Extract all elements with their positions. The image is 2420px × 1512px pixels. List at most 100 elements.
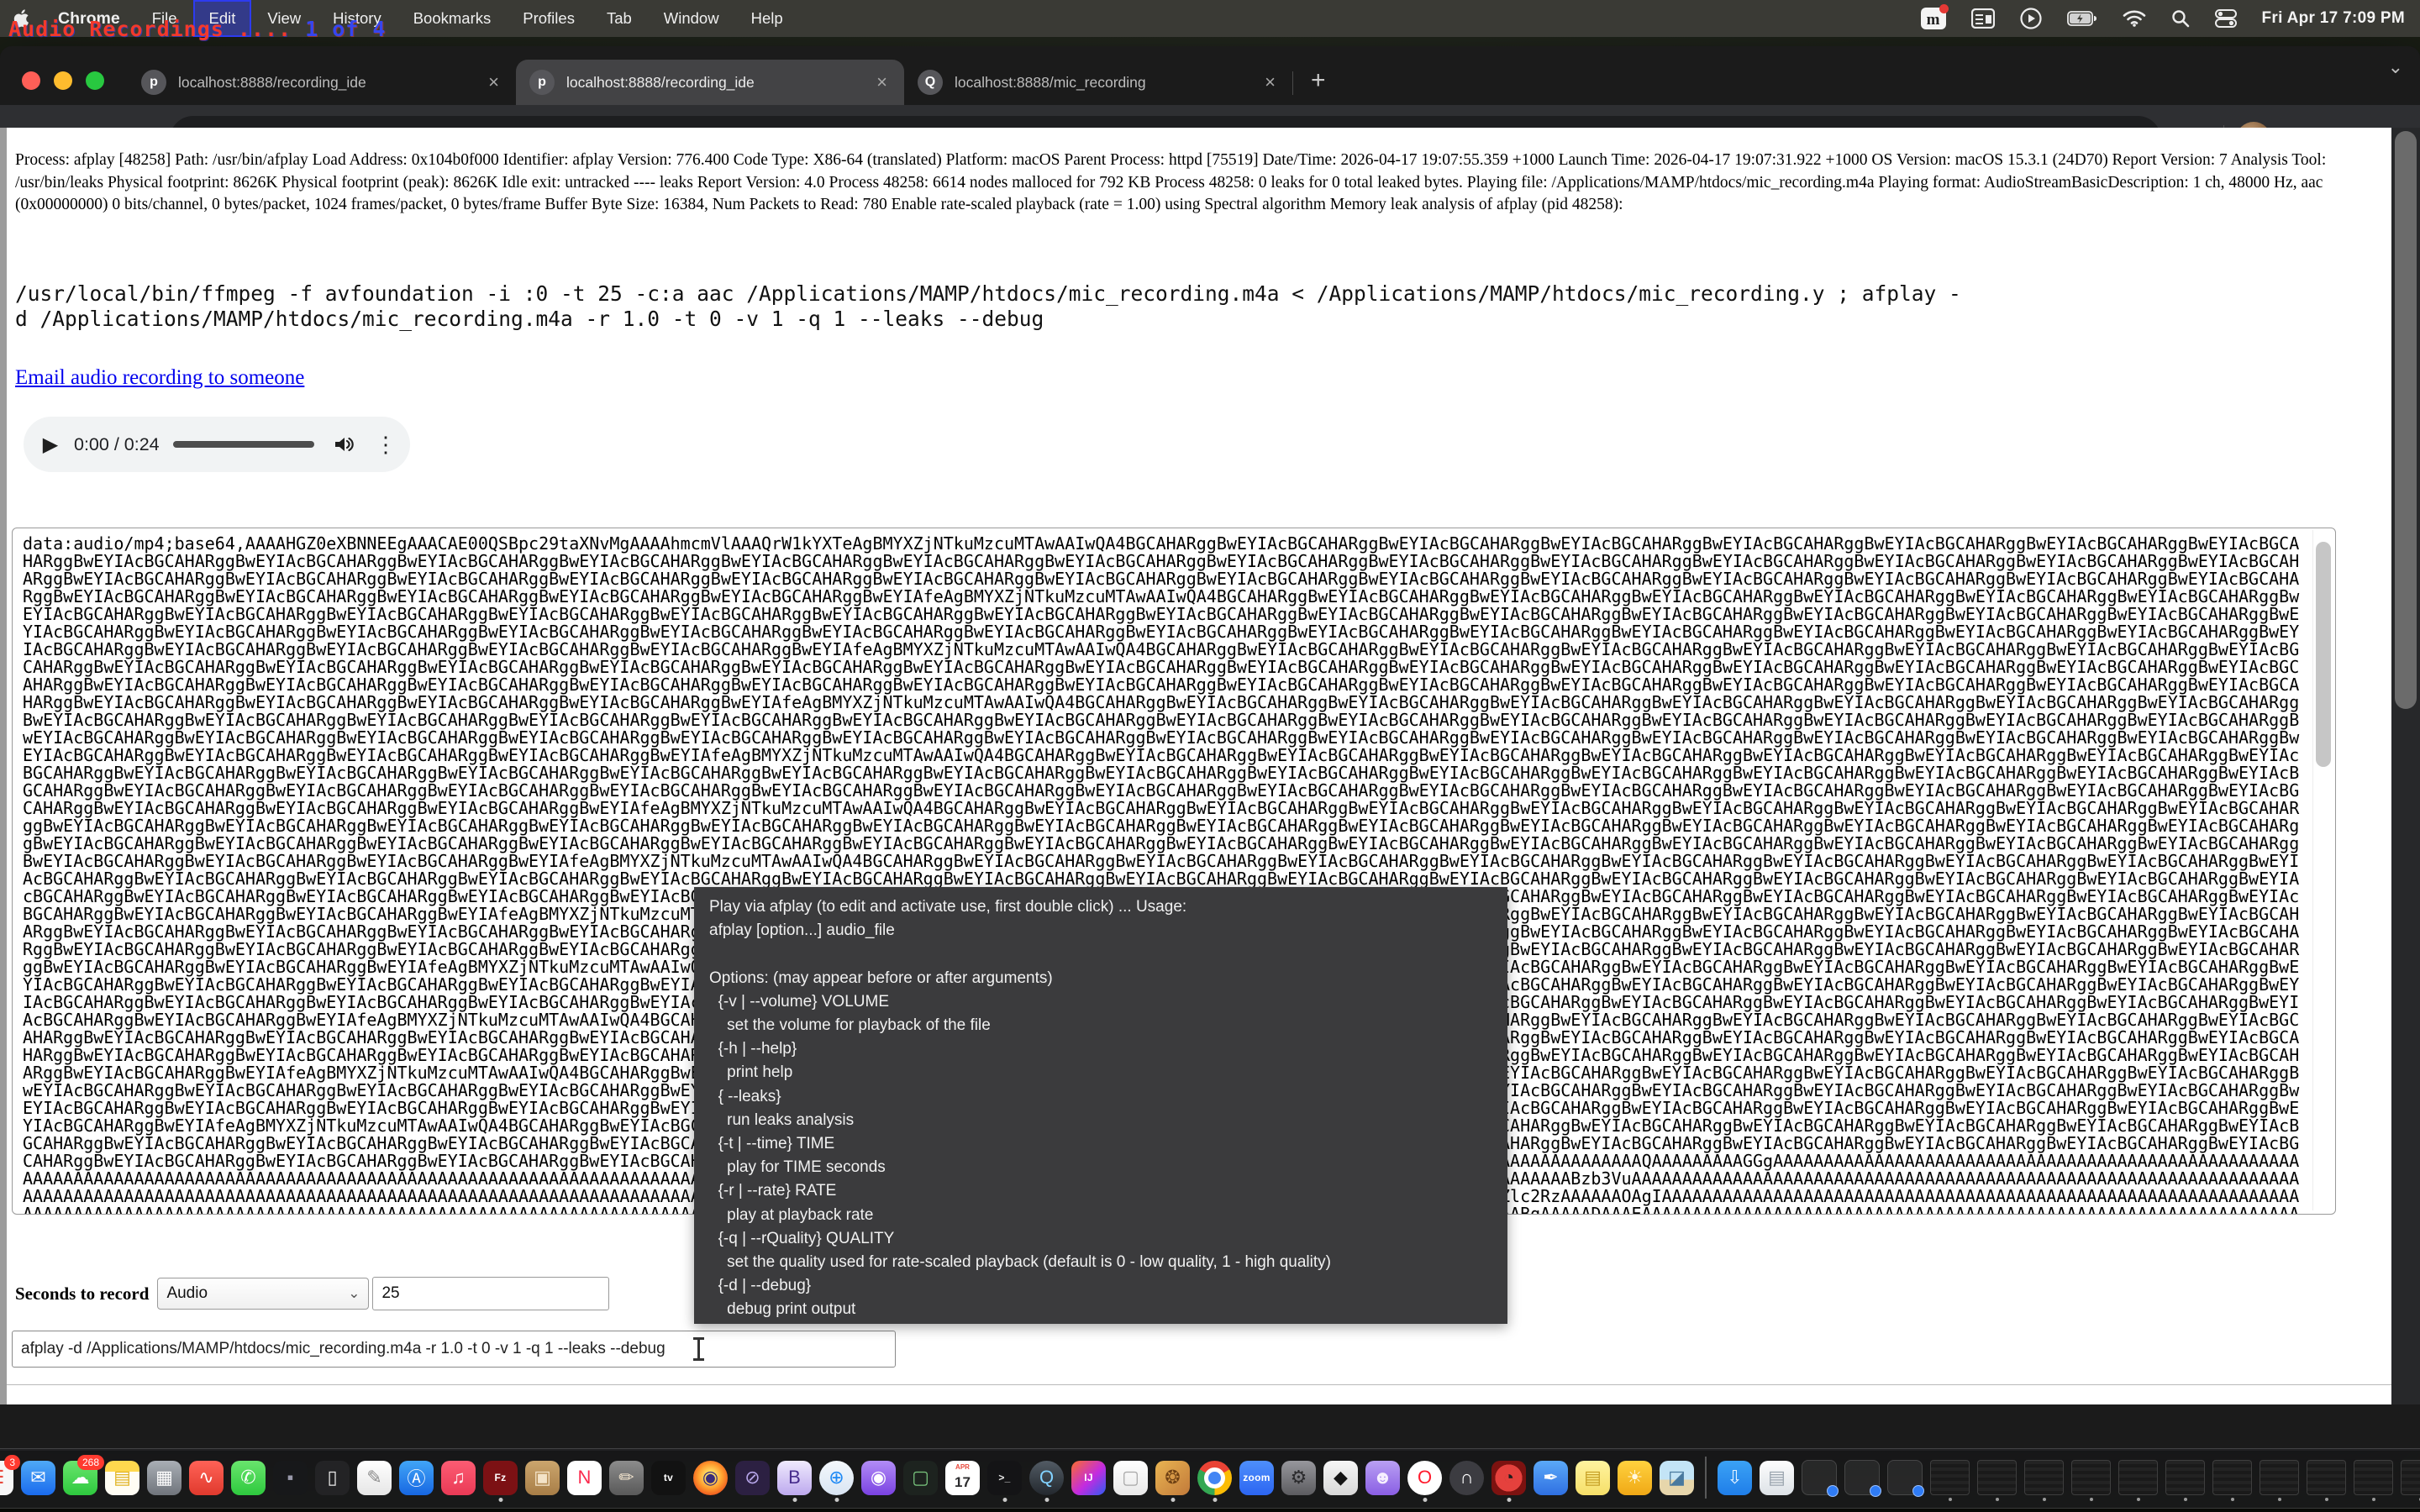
menu-item-tab[interactable]: Tab <box>591 0 648 37</box>
tab-favicon: Q <box>918 70 943 95</box>
stickies-icon[interactable]: ▤ <box>1576 1461 1610 1495</box>
menu-item-bookmarks[interactable]: Bookmarks <box>397 0 508 37</box>
minimized-terminal-window[interactable] <box>2024 1460 2064 1495</box>
art-palette-icon[interactable]: ❂ <box>1155 1461 1190 1495</box>
ffmpeg-command-text: /usr/local/bin/ffmpeg -f avfoundation -i… <box>15 281 2351 332</box>
minimized-terminal-window[interactable] <box>2354 1460 2393 1495</box>
voice-memo-icon[interactable]: ∿ <box>189 1461 224 1495</box>
idea-bulb-icon[interactable]: ☀ <box>1618 1461 1652 1495</box>
minimized-terminal-window[interactable] <box>2212 1460 2252 1495</box>
player-menu-icon[interactable]: ⋮ <box>365 432 407 458</box>
downloads-folder-icon[interactable]: ⇩ <box>1718 1461 1752 1495</box>
utility-dark-icon[interactable]: ▪ <box>273 1461 308 1495</box>
minimized-terminal-window[interactable] <box>2165 1460 2205 1495</box>
mail-icon[interactable]: ✉ <box>21 1461 55 1495</box>
email-recording-link[interactable]: Email audio recording to someone <box>15 366 304 390</box>
quicktime-icon[interactable]: Q <box>1029 1461 1064 1495</box>
intellij-idea-icon[interactable]: IJ <box>1071 1461 1106 1495</box>
launchpad-icon[interactable]: ▦ <box>147 1461 182 1495</box>
zoom-window-button[interactable] <box>86 71 104 90</box>
hidden-window[interactable] <box>1802 1460 1837 1495</box>
apple-tv-icon[interactable]: tv <box>651 1461 686 1495</box>
browser-tab-2[interactable]: plocalhost:8888/recording_ide× <box>516 60 904 105</box>
podcasts-icon[interactable]: ◉ <box>861 1461 896 1495</box>
hidden-window[interactable] <box>1844 1460 1880 1495</box>
bible-app-icon[interactable]: B <box>777 1461 812 1495</box>
textarea-scrollbar[interactable] <box>2312 530 2333 1210</box>
textedit-icon[interactable]: ✎ <box>357 1461 392 1495</box>
music-icon[interactable]: ♫ <box>441 1461 476 1495</box>
browser-scrollbar[interactable] <box>2391 128 2420 1404</box>
opera-icon[interactable]: O <box>1407 1461 1442 1495</box>
close-window-button[interactable] <box>22 71 40 90</box>
browser-scrollbar-thumb[interactable] <box>2395 131 2417 709</box>
status-icons: m Fri Apr 17 7:09 PM <box>1921 8 2420 29</box>
textarea-scrollbar-thumb[interactable] <box>2316 542 2331 767</box>
filezilla-icon[interactable]: Fz <box>483 1461 518 1495</box>
minimized-terminal-window[interactable] <box>2118 1460 2158 1495</box>
new-tab-button[interactable]: + <box>1292 66 1344 105</box>
menu-item-window[interactable]: Window <box>648 0 735 37</box>
app-store-icon[interactable]: Ⓐ <box>399 1461 434 1495</box>
reminders-icon[interactable]: ☰3 <box>0 1461 13 1495</box>
zoom-icon[interactable]: zoom <box>1239 1461 1274 1495</box>
menu-item-profiles[interactable]: Profiles <box>507 0 591 37</box>
do-not-disturb-icon[interactable]: ⊘ <box>735 1461 770 1495</box>
minimize-window-button[interactable] <box>54 71 72 90</box>
media-type-select[interactable]: Audio ⌄ <box>157 1278 369 1310</box>
photo-viewer-icon[interactable]: ◪ <box>1660 1461 1694 1495</box>
minimized-terminal-window[interactable] <box>2401 1460 2420 1495</box>
spreadsheet-window-icon[interactable]: ▤ <box>1760 1461 1794 1495</box>
window-badge <box>1827 1485 1839 1497</box>
minimized-terminal-window[interactable] <box>2260 1460 2299 1495</box>
control-center-icon[interactable] <box>2215 9 2237 28</box>
system-settings-icon[interactable]: ⚙ <box>1281 1461 1316 1495</box>
blank-document-icon[interactable]: ▢ <box>1113 1461 1148 1495</box>
play-circle-icon[interactable] <box>2020 8 2042 29</box>
mamp-status-icon[interactable]: m <box>1921 8 1946 29</box>
tab-close-icon[interactable]: × <box>873 71 891 93</box>
dark-pane-icon[interactable]: ▢ <box>903 1461 938 1495</box>
tab-close-icon[interactable]: × <box>485 71 502 93</box>
safari-icon[interactable]: ⊕ <box>819 1461 854 1495</box>
calendar-icon[interactable]: 17APR <box>945 1461 980 1495</box>
character-app-icon[interactable]: ☻ <box>1365 1461 1400 1495</box>
notes-icon[interactable]: ▤ <box>105 1461 139 1495</box>
tab-close-icon[interactable]: × <box>1261 71 1279 93</box>
running-indicator <box>792 1498 797 1502</box>
hidden-window[interactable] <box>1887 1460 1923 1495</box>
player-seek-slider[interactable] <box>173 441 314 448</box>
menu-item-help[interactable]: Help <box>735 0 799 37</box>
browser-tab-3[interactable]: Qlocalhost:8888/mic_recording × <box>904 60 1292 105</box>
search-icon[interactable] <box>2171 9 2190 28</box>
firefox-icon[interactable]: ◉ <box>693 1461 728 1495</box>
mammoth-icon[interactable]: ∩ <box>1449 1461 1484 1495</box>
iphone-mirroring-icon[interactable]: ▯ <box>315 1461 350 1495</box>
archive-folder-icon[interactable]: ▣ <box>525 1461 560 1495</box>
tab-search-chevron-icon[interactable]: ⌄ <box>2388 56 2403 78</box>
messages-icon[interactable]: ☁268 <box>63 1461 97 1495</box>
facetime-icon[interactable]: ✆ <box>231 1461 266 1495</box>
minimized-terminal-window[interactable] <box>1977 1460 2017 1495</box>
pen-app-icon[interactable]: ✒ <box>1534 1461 1568 1495</box>
minimized-terminal-window[interactable] <box>1930 1460 1970 1495</box>
player-volume-icon[interactable] <box>333 434 356 454</box>
browser-tab-1[interactable]: plocalhost:8888/recording_ide× <box>128 60 516 105</box>
period-input[interactable] <box>372 1277 609 1310</box>
minimized-terminal-window[interactable] <box>2071 1460 2111 1495</box>
terminal-icon[interactable]: >_ <box>987 1461 1022 1495</box>
inkscape-icon[interactable]: ◆ <box>1323 1461 1358 1495</box>
menu-bar-clock[interactable]: Fri Apr 17 7:09 PM <box>2262 9 2405 28</box>
window-grid-icon[interactable] <box>1971 8 1995 29</box>
wifi-icon[interactable] <box>2123 10 2146 27</box>
speedometer-icon[interactable]: ◔ <box>1491 1461 1526 1495</box>
gimp-icon[interactable]: ✏ <box>609 1461 644 1495</box>
minimized-terminal-window[interactable] <box>2307 1460 2346 1495</box>
audio-player[interactable]: ▶ 0:00 / 0:24 ⋮ <box>24 417 410 472</box>
battery-icon[interactable] <box>2067 11 2097 26</box>
tab-title: localhost:8888/mic_recording <box>955 74 1249 92</box>
chrome-icon[interactable] <box>1197 1461 1232 1495</box>
news-icon[interactable]: N <box>567 1461 602 1495</box>
afplay-command-input[interactable] <box>12 1331 896 1368</box>
player-play-icon[interactable]: ▶ <box>27 433 74 457</box>
